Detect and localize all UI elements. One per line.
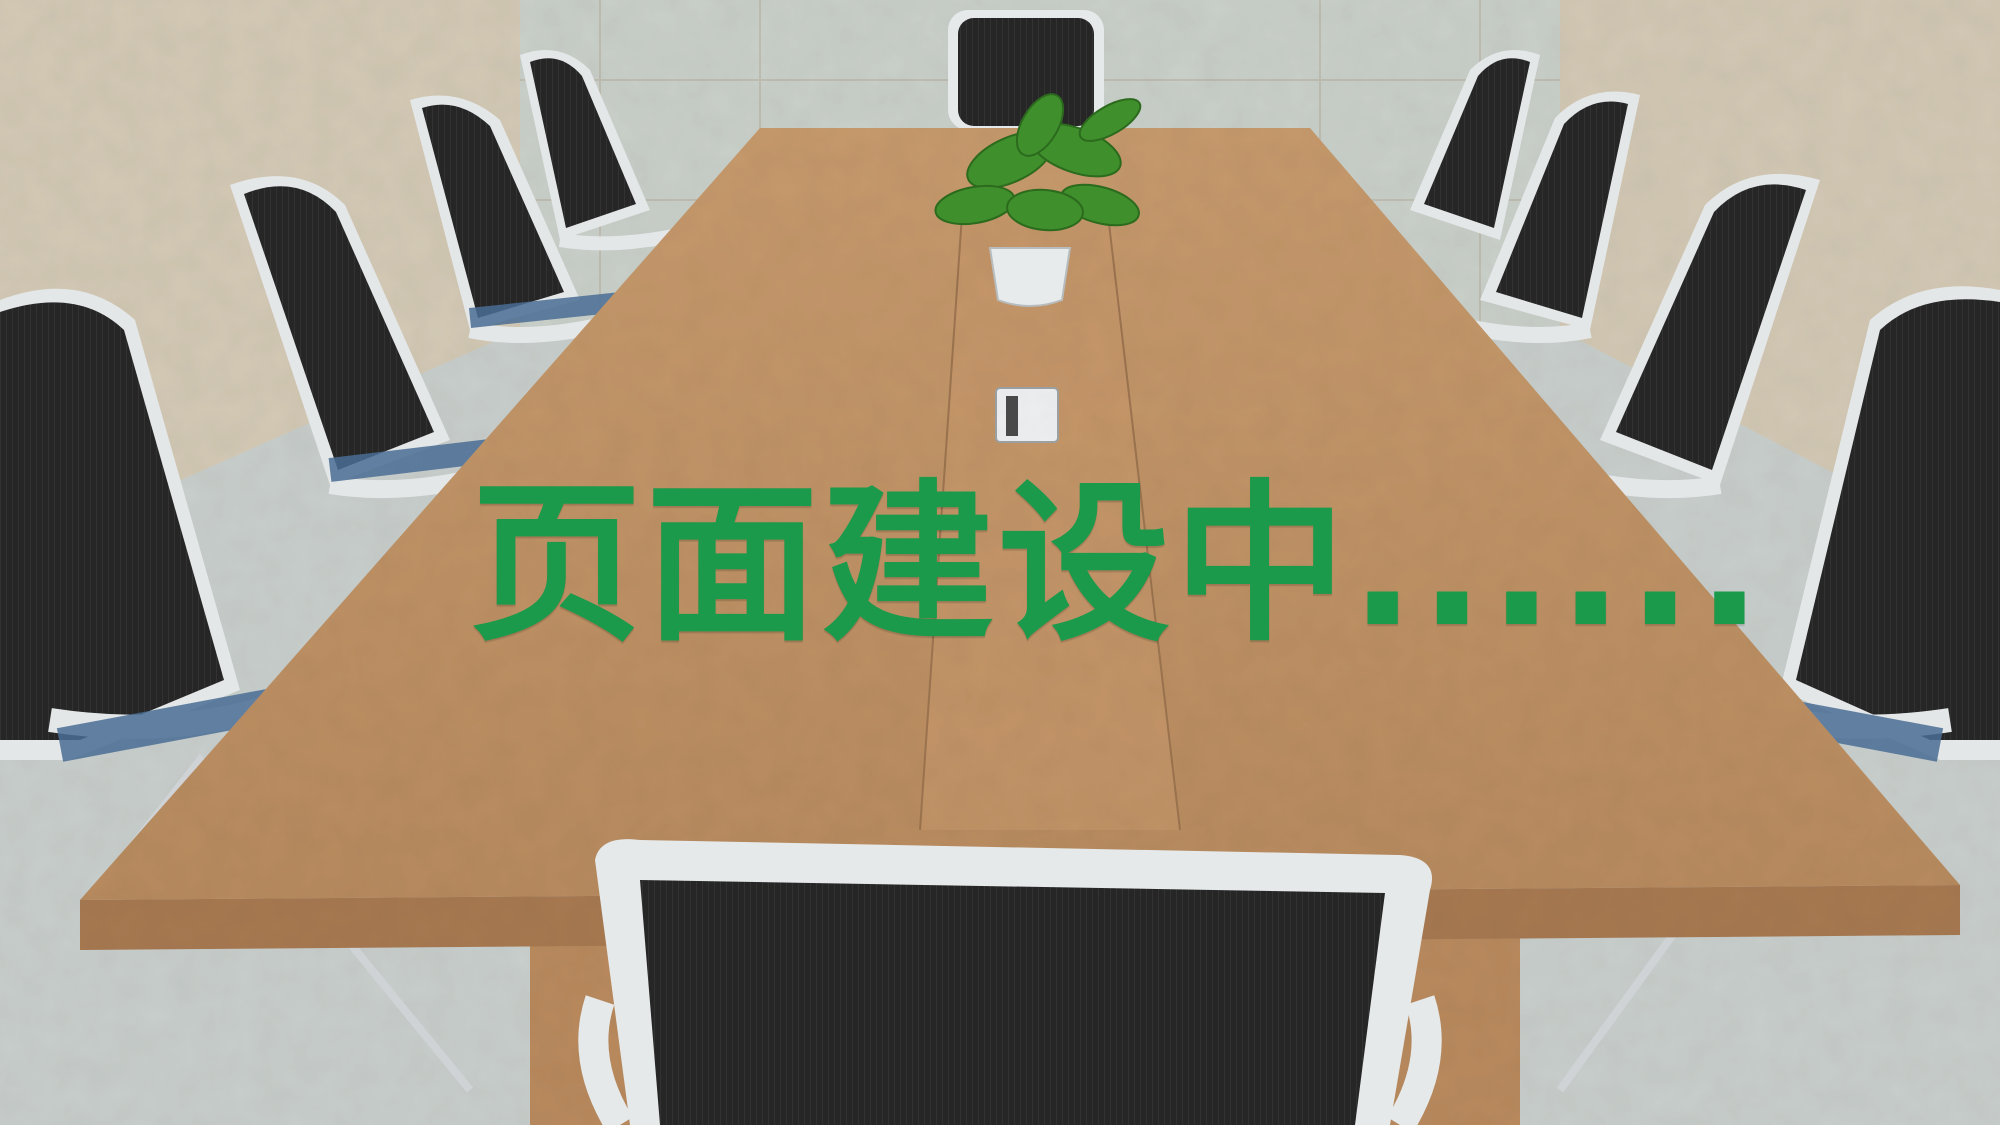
meeting-room-scene: 页面建设中...... [0,0,2000,1125]
under-construction-notice: 页面建设中...... [470,464,1767,665]
chair-front-center [578,839,1442,1125]
